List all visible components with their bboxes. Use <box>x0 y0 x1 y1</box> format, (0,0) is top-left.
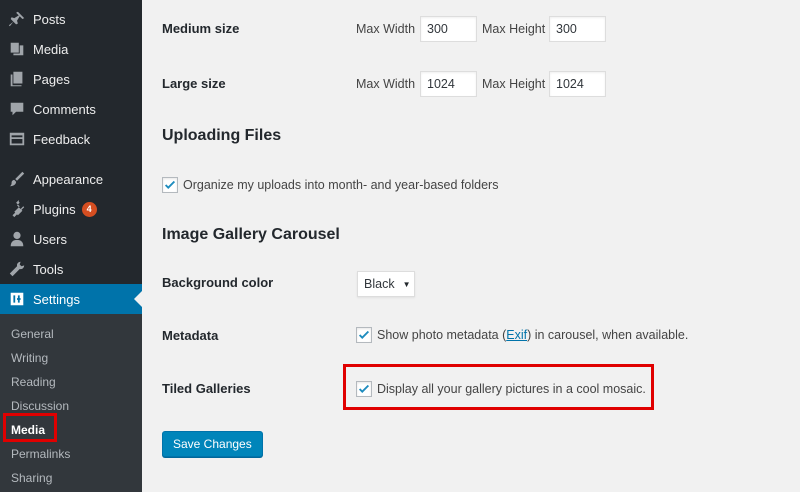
submenu-item-writing[interactable]: Writing <box>11 351 48 365</box>
carousel-heading: Image Gallery Carousel <box>162 226 340 243</box>
sidebar-item-media[interactable]: Media <box>0 34 142 64</box>
background-color-select[interactable]: Black ▼ <box>357 271 415 297</box>
dropdown-arrow-icon: ▼ <box>402 279 411 289</box>
sidebar-item-pages[interactable]: Pages <box>0 64 142 94</box>
medium-size-label: Medium size <box>162 21 240 36</box>
sidebar-item-label: Pages <box>33 71 70 87</box>
medium-height-input[interactable] <box>549 16 606 42</box>
feedback-icon <box>7 129 27 149</box>
sidebar-item-label: Users <box>33 231 67 247</box>
media-highlight-box <box>3 413 57 442</box>
admin-sidebar: Posts Media Pages Comments Feedback Appe… <box>0 0 142 492</box>
user-icon <box>7 229 27 249</box>
sidebar-item-label: Plugins <box>33 201 76 217</box>
large-width-label: Max Width <box>356 77 416 91</box>
sidebar-item-label: Tools <box>33 261 64 277</box>
organize-uploads-checkbox[interactable] <box>162 177 178 193</box>
sidebar-item-label: Feedback <box>33 131 91 147</box>
uploading-files-heading: Uploading Files <box>162 127 282 144</box>
large-size-label: Large size <box>162 76 226 91</box>
submenu-item-general[interactable]: General <box>11 327 54 341</box>
medium-width-label: Max Width <box>356 22 416 36</box>
wrench-icon <box>7 259 27 279</box>
sidebar-item-label: Appearance <box>33 171 104 187</box>
save-changes-button[interactable]: Save Changes <box>162 431 263 457</box>
large-height-input[interactable] <box>549 71 606 97</box>
pages-icon <box>7 69 27 89</box>
settings-icon <box>7 289 27 309</box>
sidebar-item-appearance[interactable]: Appearance <box>0 164 142 194</box>
sidebar-item-label: Posts <box>33 11 66 27</box>
pin-icon <box>7 9 27 29</box>
organize-uploads-label: Organize my uploads into month- and year… <box>183 178 499 192</box>
large-width-input[interactable] <box>420 71 477 97</box>
metadata-checkbox[interactable] <box>356 327 372 343</box>
exif-link[interactable]: Exif <box>506 328 527 342</box>
submenu-item-sharing[interactable]: Sharing <box>11 471 52 485</box>
comment-icon <box>7 99 27 119</box>
sidebar-item-users[interactable]: Users <box>0 224 142 254</box>
submenu-item-discussion[interactable]: Discussion <box>11 399 69 413</box>
background-color-label: Background color <box>162 275 274 290</box>
metadata-text-before: Show photo metadata ( <box>377 328 507 342</box>
sidebar-item-label: Comments <box>33 101 96 117</box>
sidebar-item-tools[interactable]: Tools <box>0 254 142 284</box>
plug-icon <box>7 199 27 219</box>
large-height-label: Max Height <box>482 77 546 91</box>
metadata-label: Metadata <box>162 328 219 343</box>
metadata-text-after: ) in carousel, when available. <box>527 328 689 342</box>
checkmark-icon <box>358 330 370 339</box>
background-color-value: Black <box>364 277 395 291</box>
sidebar-item-settings[interactable]: Settings <box>0 284 142 314</box>
sidebar-item-comments[interactable]: Comments <box>0 94 142 124</box>
settings-content: Medium size Max Width Max Height Large s… <box>142 0 800 492</box>
media-icon <box>7 39 27 59</box>
plugin-update-badge: 4 <box>81 201 97 217</box>
sidebar-item-posts[interactable]: Posts <box>0 4 142 34</box>
tiled-galleries-highlight-box <box>343 364 654 410</box>
submenu-item-reading[interactable]: Reading <box>11 375 56 389</box>
tiled-galleries-label: Tiled Galleries <box>162 381 251 396</box>
brush-icon <box>7 169 27 189</box>
metadata-description: Show photo metadata (Exif) in carousel, … <box>377 328 688 342</box>
checkmark-icon <box>164 180 176 189</box>
sidebar-item-label: Settings <box>33 291 80 307</box>
sidebar-item-plugins[interactable]: Plugins 4 <box>0 194 142 224</box>
submenu-item-permalinks[interactable]: Permalinks <box>11 447 70 461</box>
medium-width-input[interactable] <box>420 16 477 42</box>
sidebar-item-feedback[interactable]: Feedback <box>0 124 142 154</box>
settings-submenu: General Writing Reading Discussion Media… <box>0 314 142 492</box>
medium-height-label: Max Height <box>482 22 546 36</box>
sidebar-item-label: Media <box>33 41 69 57</box>
